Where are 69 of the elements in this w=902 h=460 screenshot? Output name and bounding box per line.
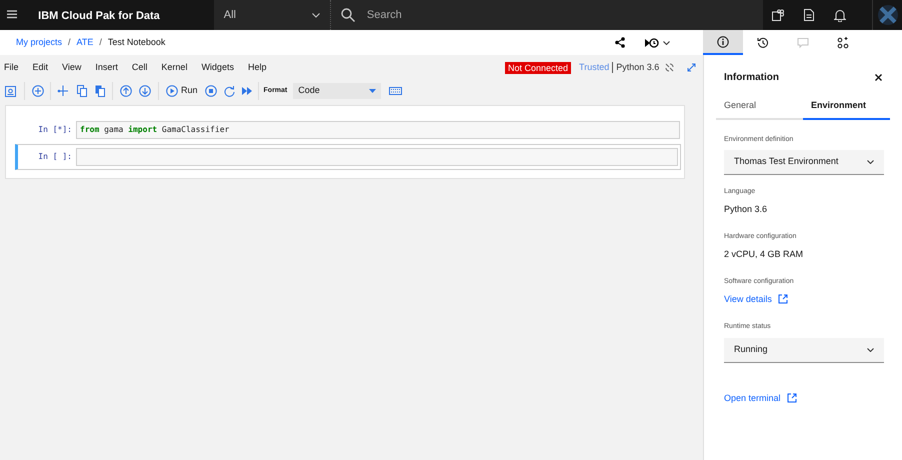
- notebook-cell[interactable]: In [ ]:: [15, 144, 681, 170]
- document-icon[interactable]: [804, 9, 814, 21]
- menu-item[interactable]: Widgets: [194, 60, 241, 74]
- copy-icon[interactable]: [77, 85, 87, 97]
- panel-title: Information: [724, 71, 779, 85]
- fast-forward-icon[interactable]: [242, 86, 253, 96]
- cell-prompt: In [ ]:: [37, 151, 72, 163]
- external-link-icon: [786, 393, 797, 404]
- breadcrumb-link[interactable]: My projects: [16, 36, 62, 50]
- search-field[interactable]: Search: [330, 0, 763, 30]
- code-line: from gama import GamaClassifier: [80, 124, 230, 136]
- chevron-down-icon: [312, 12, 320, 18]
- close-icon[interactable]: [875, 74, 882, 81]
- breadcrumb-link[interactable]: ATE: [76, 36, 94, 50]
- restart-icon[interactable]: [224, 86, 235, 96]
- expand-icon[interactable]: [687, 63, 696, 72]
- breadcrumb-separator: /: [99, 36, 102, 49]
- add-cell-icon[interactable]: [32, 85, 44, 97]
- move-down-icon[interactable]: [139, 85, 151, 97]
- paste-icon[interactable]: [95, 85, 105, 97]
- menu-icon[interactable]: [7, 10, 18, 19]
- notification-icon[interactable]: [834, 8, 846, 22]
- breadcrumb-current: Test Notebook: [108, 36, 166, 49]
- schedule-dropdown[interactable]: [645, 38, 670, 48]
- format-dropdown[interactable]: Code: [293, 83, 382, 99]
- menu-item[interactable]: Edit: [26, 60, 56, 74]
- schedule-icon: [645, 38, 659, 48]
- menu-item[interactable]: Insert: [88, 60, 125, 74]
- menu-item[interactable]: Cell: [124, 60, 154, 74]
- apps-icon[interactable]: [772, 9, 784, 21]
- share-icon[interactable]: [615, 37, 625, 48]
- view-details-link[interactable]: View details: [724, 292, 882, 306]
- kernel-name: Python 3.6: [616, 60, 660, 74]
- info-icon: [717, 36, 729, 48]
- play-icon: [166, 85, 178, 97]
- field-value: 2 vCPU, 4 GB RAM: [724, 248, 804, 260]
- connection-status: Not Connected: [505, 62, 572, 74]
- keyboard-icon[interactable]: [389, 87, 402, 95]
- info-tab[interactable]: General: [716, 99, 803, 120]
- open-terminal-link[interactable]: Open terminal: [724, 392, 882, 405]
- kernel-disconnected-icon: [665, 63, 674, 72]
- scope-dropdown[interactable]: All: [214, 0, 331, 30]
- field-value: Python 3.6: [724, 202, 768, 216]
- comment-icon: [797, 36, 809, 48]
- chevron-down-icon: [867, 348, 874, 352]
- move-up-icon[interactable]: [120, 85, 132, 97]
- notebook-cell[interactable]: In [*]: from gama import GamaClassifier: [18, 119, 680, 141]
- info-tab[interactable]: Environment: [803, 99, 890, 120]
- chevron-down-icon: [663, 40, 670, 44]
- panel-tab[interactable]: [703, 30, 743, 55]
- menu-item[interactable]: File: [4, 60, 26, 74]
- menu-item[interactable]: View: [55, 60, 88, 74]
- cell-prompt: In [*]:: [37, 124, 72, 136]
- breadcrumb-separator: /: [68, 36, 71, 49]
- select-dropdown[interactable]: Thomas Test Environment: [724, 150, 884, 175]
- menu-item[interactable]: Kernel: [154, 60, 194, 74]
- external-link-icon: [778, 294, 788, 304]
- stop-icon[interactable]: [204, 85, 217, 97]
- shapes-icon: [837, 36, 849, 48]
- chevron-down-icon: [867, 160, 874, 164]
- run-button[interactable]: Run: [166, 84, 198, 98]
- select-dropdown[interactable]: Running: [724, 338, 884, 362]
- caret-icon: [369, 89, 376, 93]
- avatar-icon[interactable]: [878, 5, 898, 25]
- code-editor[interactable]: from gama import GamaClassifier: [76, 121, 680, 139]
- save-icon[interactable]: [5, 86, 16, 96]
- product-name[interactable]: IBM Cloud Pak for Data: [38, 8, 214, 30]
- menu-item[interactable]: Help: [240, 60, 274, 74]
- history-icon: [757, 36, 769, 48]
